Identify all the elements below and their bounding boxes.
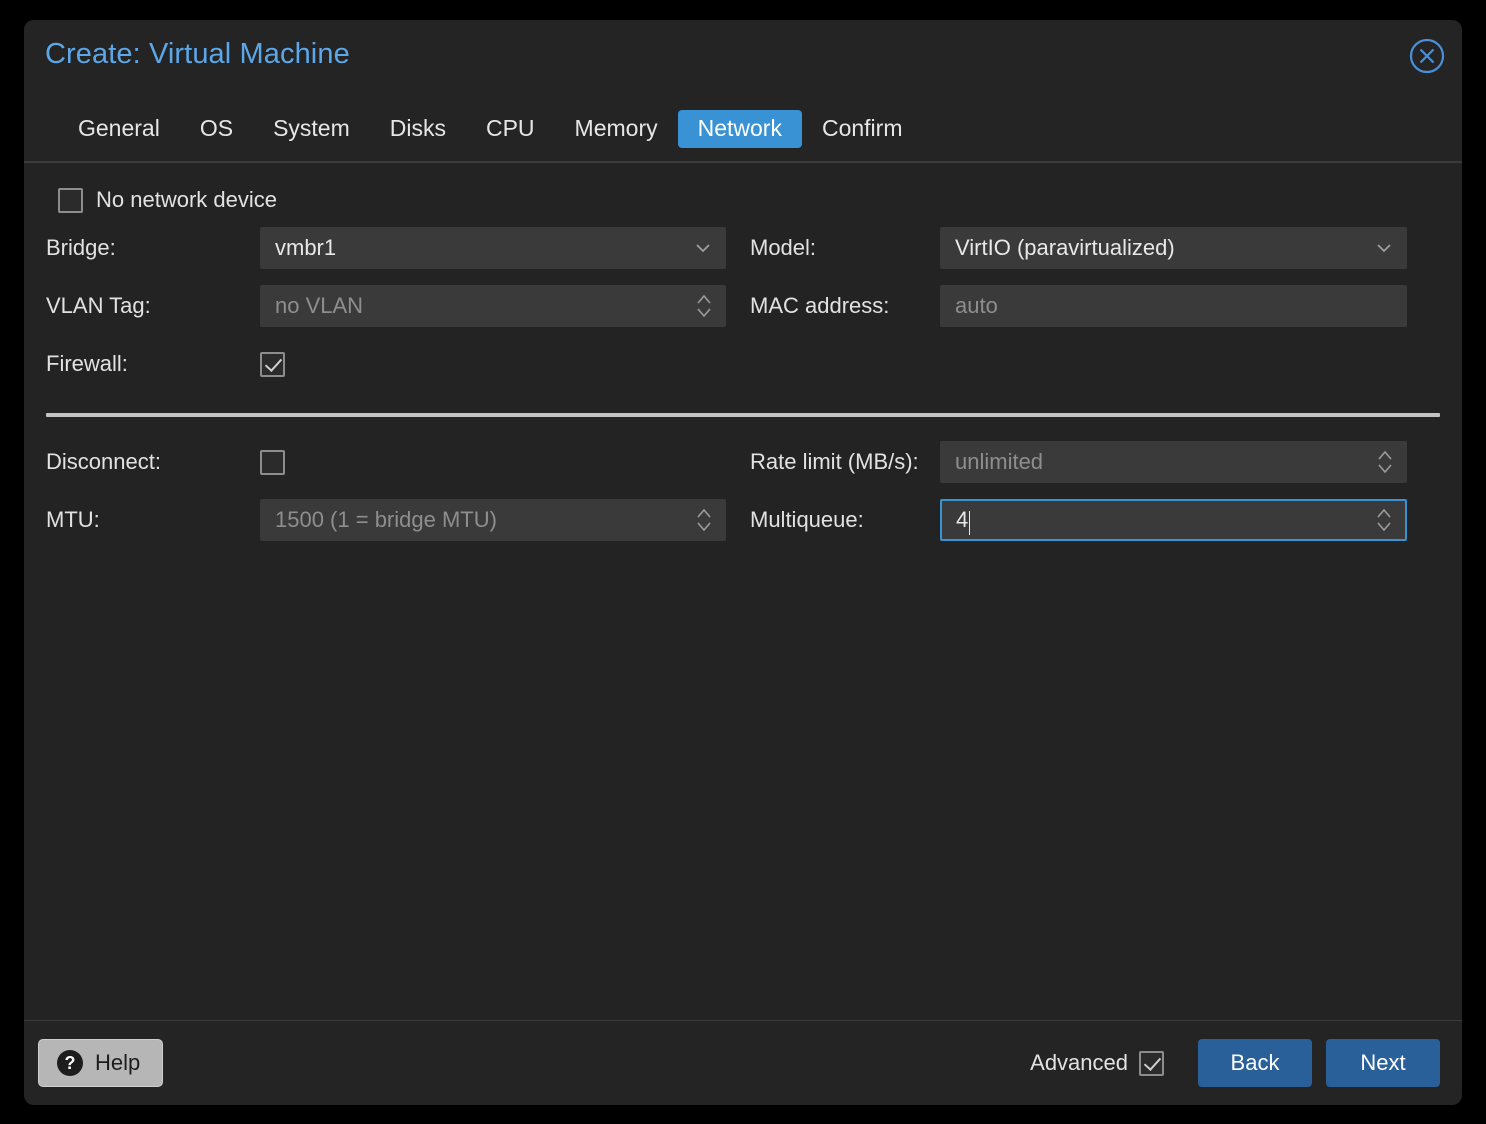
model-select[interactable]: VirtIO (paravirtualized) xyxy=(940,227,1407,269)
vlan-tag-label: VLAN Tag: xyxy=(46,293,151,318)
disconnect-label: Disconnect: xyxy=(46,449,161,474)
close-icon[interactable] xyxy=(1407,36,1447,76)
page-title: Create: Virtual Machine xyxy=(45,38,350,70)
bridge-field-wrap: vmbr1 xyxy=(260,219,728,277)
multiqueue-input[interactable]: 4 xyxy=(940,499,1407,541)
bridge-label: Bridge: xyxy=(46,235,116,260)
vlan-tag-placeholder: no VLAN xyxy=(275,293,364,318)
tab-system[interactable]: System xyxy=(253,110,370,148)
mac-address-cell: MAC address: auto xyxy=(728,277,1440,335)
tab-os[interactable]: OS xyxy=(180,110,253,148)
model-cell: Model: VirtIO (paravirtualized) xyxy=(728,219,1440,277)
dialog-footer: ? Help Advanced Back Next xyxy=(24,1021,1462,1105)
firewall-label: Firewall: xyxy=(46,351,128,376)
mac-address-placeholder: auto xyxy=(955,293,998,318)
firewall-checkbox-cell xyxy=(260,335,728,393)
tab-disks[interactable]: Disks xyxy=(370,110,466,148)
multiqueue-value: 4 xyxy=(956,507,969,532)
chevron-down-icon xyxy=(693,238,713,258)
chevron-down-icon xyxy=(1374,238,1394,258)
advanced-settings-grid: Disconnect: Rate limit (MB/s): unlimited xyxy=(46,433,1440,549)
mac-address-input[interactable]: auto xyxy=(940,285,1407,327)
help-button[interactable]: ? Help xyxy=(38,1039,164,1087)
bridge-select[interactable]: vmbr1 xyxy=(260,227,726,269)
no-network-device-row: No network device xyxy=(58,163,1440,219)
tab-general[interactable]: General xyxy=(58,110,180,148)
mac-address-label: MAC address: xyxy=(750,293,890,318)
rate-limit-cell: Rate limit (MB/s): unlimited xyxy=(728,433,1440,491)
spinner-icon[interactable] xyxy=(695,291,713,321)
vlan-tag-field-wrap: no VLAN xyxy=(260,277,728,335)
mtu-placeholder: 1500 (1 = bridge MTU) xyxy=(275,507,497,532)
network-settings-grid: Bridge: vmbr1 Model: VirtIO (paravirtual… xyxy=(46,219,1440,393)
no-network-device-checkbox[interactable] xyxy=(58,187,83,213)
multiqueue-label: Multiqueue: xyxy=(750,507,864,532)
tab-memory[interactable]: Memory xyxy=(555,110,678,148)
model-value: VirtIO (paravirtualized) xyxy=(955,235,1175,260)
question-mark-icon: ? xyxy=(57,1050,83,1076)
network-tab-panel: No network device Bridge: vmbr1 Model: V… xyxy=(24,162,1462,1021)
mtu-label: MTU: xyxy=(46,507,100,532)
firewall-right-spacer xyxy=(728,335,1440,393)
disconnect-checkbox-cell xyxy=(260,433,728,491)
section-divider xyxy=(46,413,1440,417)
bridge-value: vmbr1 xyxy=(275,235,337,260)
wizard-tabs: General OS System Disks CPU Memory Netwo… xyxy=(58,110,922,148)
advanced-checkbox[interactable] xyxy=(1139,1050,1164,1076)
mtu-field-wrap: 1500 (1 = bridge MTU) xyxy=(260,491,728,549)
mtu-input[interactable]: 1500 (1 = bridge MTU) xyxy=(260,499,726,541)
rate-limit-label: Rate limit (MB/s): xyxy=(750,449,919,474)
model-label: Model: xyxy=(750,235,817,260)
back-button[interactable]: Back xyxy=(1198,1039,1312,1087)
help-button-label: Help xyxy=(95,1050,141,1075)
advanced-toggle[interactable]: Advanced xyxy=(1030,1050,1164,1076)
text-cursor xyxy=(969,511,971,535)
tab-confirm[interactable]: Confirm xyxy=(802,110,923,148)
spinner-icon[interactable] xyxy=(1376,447,1394,477)
spinner-icon[interactable] xyxy=(1375,505,1393,535)
firewall-checkbox[interactable] xyxy=(260,351,285,377)
disconnect-checkbox[interactable] xyxy=(260,449,285,475)
no-network-device-label: No network device xyxy=(96,187,277,212)
vlan-tag-input[interactable]: no VLAN xyxy=(260,285,726,327)
dialog-header: Create: Virtual Machine General OS Syste… xyxy=(24,20,1462,162)
advanced-label: Advanced xyxy=(1030,1050,1128,1075)
tab-cpu[interactable]: CPU xyxy=(466,110,555,148)
spinner-icon[interactable] xyxy=(695,505,713,535)
tab-network[interactable]: Network xyxy=(677,110,802,148)
rate-limit-input[interactable]: unlimited xyxy=(940,441,1407,483)
next-button[interactable]: Next xyxy=(1326,1039,1440,1087)
create-vm-dialog: Create: Virtual Machine General OS Syste… xyxy=(24,20,1462,1105)
multiqueue-cell: Multiqueue: 4 xyxy=(728,491,1440,549)
rate-limit-placeholder: unlimited xyxy=(955,449,1044,474)
